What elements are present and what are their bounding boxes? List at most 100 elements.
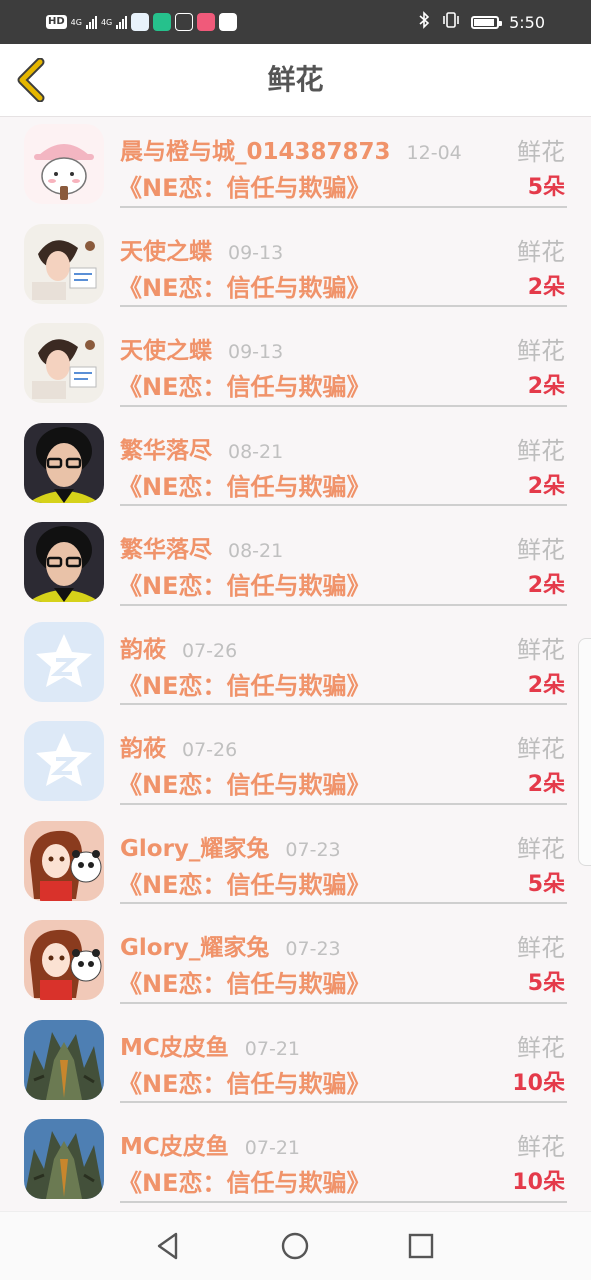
gift-type-label: 鲜花 — [517, 536, 565, 564]
hd-badge: HD — [46, 15, 67, 29]
gift-count: 2朵 — [527, 772, 565, 797]
row-header: 韵莜 07-26 — [120, 729, 237, 765]
gift-count: 2朵 — [527, 672, 565, 698]
nav-home-button[interactable] — [278, 1229, 312, 1263]
list-item[interactable]: 韵莜 07-26 鲜花《NE恋：信任与欺骗》 2朵 — [0, 616, 591, 716]
square-recents-icon — [408, 1233, 434, 1259]
list-item[interactable]: 繁华落尽 08-21 鲜花 《NE恋：信任与欺骗》 2朵 — [0, 417, 591, 517]
book-title[interactable]: 《NE恋：信任与欺骗》 — [118, 268, 370, 303]
divider — [120, 902, 567, 904]
row-header: Glory_耀家兔 07-23 — [120, 829, 341, 865]
signal-icon — [116, 15, 128, 29]
gift-date: 09-13 — [228, 241, 284, 264]
divider — [120, 404, 567, 407]
list-item[interactable]: 晨与橙与城_014387873 12-04 鲜花《NE恋：信任与欺骗》 5朵 — [0, 118, 591, 218]
gift-type-label: 鲜花 — [517, 635, 565, 664]
avatar[interactable] — [24, 422, 104, 503]
gift-count: 2朵 — [527, 573, 565, 598]
divider — [120, 305, 567, 307]
divider — [120, 603, 567, 606]
divider — [120, 205, 567, 208]
list-item[interactable]: 繁华落尽 08-21 鲜花《NE恋：信任与欺骗》 2朵 — [0, 516, 591, 616]
gift-date: 07-26 — [182, 639, 238, 662]
nav-back-button[interactable] — [152, 1229, 186, 1263]
user-name[interactable]: 天使之蝶 — [120, 232, 212, 266]
list-item[interactable]: MC皮皮鱼 07-21 鲜花 《NE恋：信任与欺骗》 10朵 — [0, 1014, 591, 1114]
list-item[interactable]: Glory_耀家兔 07-23 鲜花 《NE恋：信任与欺骗》 5朵 — [0, 815, 591, 915]
book-title[interactable]: 《NE恋：信任与欺骗》 — [118, 666, 370, 701]
status-bar: HD 4G 4G 5:50 — [0, 0, 591, 44]
user-name[interactable]: MC皮皮鱼 — [120, 1028, 229, 1062]
row-header: MC皮皮鱼 07-21 — [120, 1127, 300, 1163]
avatar[interactable] — [24, 1119, 104, 1199]
gift-count: 2朵 — [527, 274, 565, 300]
book-title[interactable]: 《NE恋：信任与欺骗》 — [118, 1163, 370, 1198]
system-navigation-bar — [0, 1211, 591, 1280]
gift-type-label: 鲜花 — [517, 735, 565, 763]
avatar[interactable] — [24, 621, 104, 702]
user-name[interactable]: Glory_耀家兔 — [120, 928, 269, 962]
user-name[interactable]: 晨与橙与城_014387873 — [120, 132, 391, 166]
network-type-1: 4G — [70, 17, 82, 27]
scroll-handle[interactable] — [578, 638, 591, 866]
divider — [120, 703, 567, 705]
list-item[interactable]: Glory_耀家兔 07-23 鲜花《NE恋：信任与欺骗》 5朵 — [0, 914, 591, 1014]
gift-count: 2朵 — [527, 374, 565, 399]
battery-icon — [471, 15, 503, 29]
gift-type-label: 鲜花 — [517, 834, 565, 863]
gift-count: 5朵 — [527, 971, 565, 996]
user-name[interactable]: 韵莜 — [120, 729, 166, 763]
list-item[interactable]: 天使之蝶 09-13 鲜花 《NE恋：信任与欺骗》 2朵 — [0, 218, 591, 318]
clock: 5:50 — [509, 12, 545, 32]
signal-icon — [85, 15, 97, 29]
list-item[interactable]: 韵莜 07-26 鲜花《NE恋：信任与欺骗》 2朵 — [0, 715, 591, 815]
user-name[interactable]: 繁华落尽 — [120, 530, 212, 564]
book-title[interactable]: 《NE恋：信任与欺骗》 — [118, 1064, 370, 1099]
user-name[interactable]: 韵莜 — [120, 630, 166, 664]
avatar[interactable] — [24, 920, 104, 1000]
bluetooth-icon — [417, 11, 431, 33]
gift-date: 07-26 — [182, 739, 238, 761]
gift-type-label: 鲜花 — [517, 138, 565, 166]
divider — [120, 1101, 567, 1103]
app-notification-icon — [153, 13, 172, 31]
gift-date: 07-23 — [285, 938, 341, 960]
avatar[interactable] — [24, 721, 104, 801]
app-header: 鲜花 — [0, 44, 591, 117]
avatar[interactable] — [24, 323, 104, 403]
gift-date: 12-04 — [406, 142, 462, 164]
row-header: 天使之蝶 09-13 — [120, 331, 283, 367]
book-title[interactable]: 《NE恋：信任与欺骗》 — [118, 865, 370, 900]
vibrate-icon — [441, 11, 461, 33]
avatar[interactable] — [24, 820, 104, 901]
book-title[interactable]: 《NE恋：信任与欺骗》 — [118, 964, 370, 999]
gift-count: 5朵 — [527, 175, 565, 200]
user-name[interactable]: 天使之蝶 — [120, 331, 212, 365]
avatar[interactable] — [24, 1019, 104, 1100]
book-title[interactable]: 《NE恋：信任与欺骗》 — [118, 765, 370, 800]
book-title[interactable]: 《NE恋：信任与欺骗》 — [118, 467, 370, 502]
nav-recents-button[interactable] — [404, 1229, 438, 1263]
book-title[interactable]: 《NE恋：信任与欺骗》 — [118, 168, 370, 203]
book-title[interactable]: 《NE恋：信任与欺骗》 — [118, 566, 370, 601]
user-name[interactable]: Glory_耀家兔 — [120, 829, 269, 863]
app-notification-icon — [197, 13, 216, 31]
gift-type-label: 鲜花 — [517, 934, 565, 962]
user-name[interactable]: 繁华落尽 — [120, 431, 212, 465]
gift-date: 08-21 — [228, 540, 284, 562]
triangle-back-icon — [157, 1232, 178, 1260]
status-icons-right: 5:50 — [417, 10, 545, 34]
avatar[interactable] — [24, 124, 104, 204]
row-header: Glory_耀家兔 07-23 — [120, 928, 341, 964]
book-title[interactable]: 《NE恋：信任与欺骗》 — [118, 367, 370, 402]
avatar[interactable] — [24, 522, 104, 602]
avatar[interactable] — [24, 223, 104, 304]
list-item[interactable]: 天使之蝶 09-13 鲜花 《NE恋：信任与欺骗》 2朵 — [0, 317, 591, 417]
user-name[interactable]: MC皮皮鱼 — [120, 1127, 229, 1161]
divider — [120, 504, 567, 506]
divider — [120, 1200, 567, 1203]
gift-type-label: 鲜花 — [517, 436, 565, 465]
gift-count: 2朵 — [527, 473, 565, 499]
list-item[interactable]: MC皮皮鱼 07-21 鲜花 《NE恋：信任与欺骗》 10朵 — [0, 1113, 591, 1213]
gift-type-label: 鲜花 — [517, 1133, 565, 1161]
